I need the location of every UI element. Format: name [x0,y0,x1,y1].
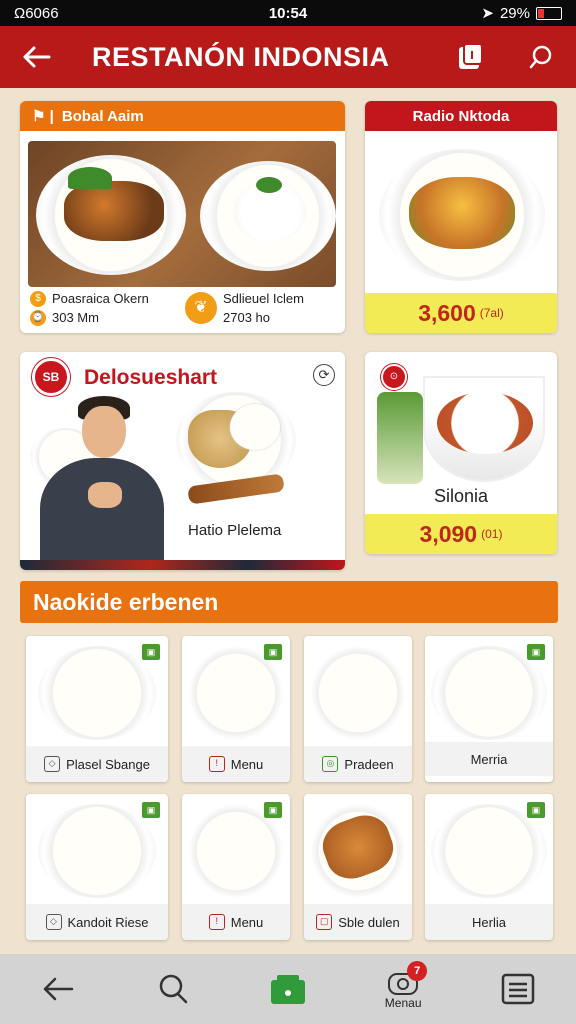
price-unit: (01) [481,527,503,541]
status-bar: Ω6066 10:54 ➤ 29% [0,0,576,26]
tile-label: Sble dulen [338,914,400,930]
decor-strip [20,560,345,570]
search-icon [529,45,552,69]
bottom-nav: Menau 7 [0,954,576,1024]
leaf-icon: ◇ [45,914,62,930]
section-title: Naokide erbenen [20,581,558,623]
promo-caption: Hatio Plelema [188,522,282,539]
dish-card-2[interactable]: ⊙ Silonia 3,090 (01) [365,352,557,554]
brand-logo: SB [32,358,70,396]
veg-badge-icon: ▣ [142,802,160,818]
price-band: 3,600 (7al) [365,293,557,333]
tile-label: Pradeen [344,756,394,772]
nav-back-button[interactable] [22,959,94,1019]
promo-card[interactable]: SB Delosueshart ⟳ Hatio Plelema [20,352,345,570]
dish-image [431,646,547,740]
menu-tile[interactable]: ▣ Herlia [425,794,553,940]
dish-food [409,177,515,249]
veg-badge-icon: ▣ [527,644,545,660]
menu-icon: ! [208,756,225,772]
menu-tile[interactable]: ◎ Pradeen [304,636,412,782]
dish-image [310,646,406,740]
dish-icon: ◎ [322,756,339,772]
leaf-icon: ◇ [44,756,61,772]
featured-food-photo [28,141,336,287]
featured-card-header: ⚑ | Bobal Aaim [20,101,345,131]
featured-label: Bobal Aaim [61,107,144,125]
nav-search-button[interactable] [137,959,209,1019]
tile-label: Kandoit Riese [67,914,149,930]
featured-info: $ ⌚ Poasraica Okern 303 Mm ❦ Sdlieuel Icl… [30,289,340,327]
promo-title: Delosueshart [84,366,218,389]
location-icon: ➤ [481,5,494,22]
wallet-icon [270,975,305,1004]
featured-card[interactable]: ⚑ | Bobal Aaim $ ⌚ Poasraica Okern 303 Mm… [20,101,345,333]
battery-percent: 29% [499,4,530,22]
dish-card-label: Radio Nktoda [412,107,510,125]
nav-cart-button[interactable]: Menau 7 [367,959,439,1019]
featured-info-item: $ ⌚ Poasraica Okern 303 Mm [30,289,185,327]
veg-badge-icon: ▣ [527,802,545,818]
back-button[interactable] [0,45,72,69]
share-button[interactable] [436,42,506,72]
veg-badge-icon: ▣ [264,644,282,660]
carrier-label: Ω6066 [14,4,59,22]
menu-tile[interactable]: ▣ ◇ Kandoit Riese [26,794,168,940]
veg-badge-icon: ▣ [142,644,160,660]
menu-tile[interactable]: ▣ Merria [425,636,553,782]
menu-tile[interactable]: ▣ ! Menu [182,794,290,940]
tile-label: Herlia [472,914,506,930]
price-unit: (7al) [479,306,504,320]
arrow-left-icon [43,977,73,1001]
price: 3,600 [418,299,476,326]
brand-dot-icon: ⊙ [381,364,407,390]
notification-badge: 7 [407,961,428,981]
vegetable-decor [377,392,423,484]
dish-image [188,646,284,740]
info-name: Poasraica Okern [52,291,149,306]
tile-label: Menu [230,756,264,772]
search-icon [159,974,188,1004]
dish-image [38,646,156,740]
dish-name: Silonia [433,486,489,506]
veg-badge-icon: ▣ [264,802,282,818]
nav-cart-label: Menau [384,996,422,1010]
info-detail: 303 Mm [52,310,99,325]
info-detail: 2703 ho [223,310,270,325]
tile-label: Merria [470,751,508,767]
price-band: 3,090 (01) [365,514,557,554]
app-header: RESTANÓN INDONSIA [0,26,576,88]
menu-tile[interactable]: ▣ ! Menu [182,636,290,782]
info-name: Sdlieuel Iclem [223,291,304,306]
refresh-icon[interactable]: ⟳ [313,364,335,386]
lock-icon: ▢ [316,914,333,930]
document-icon [459,43,483,69]
dish-card-1[interactable]: Radio Nktoda 3,600 (7al) [365,101,557,333]
page-title: RESTANÓN INDONSIA [92,41,390,72]
list-icon [502,973,535,1005]
arrow-left-icon [23,46,51,68]
battery-icon [536,6,562,20]
nav-menu-button[interactable] [482,959,554,1019]
tile-label: Menu [230,914,264,930]
flag-icon: ⚑ | [32,108,54,125]
dish-image [38,804,156,898]
dish-card-header: Radio Nktoda [365,101,557,131]
menu-icon: ! [208,914,225,930]
badge-icon: $ ⌚ [30,290,46,326]
nav-home-button[interactable] [252,959,324,1019]
search-button[interactable] [506,43,576,71]
tile-label: Plasel Sbange [66,756,150,772]
leaf-icon: ❦ [185,292,217,324]
dish-image [188,804,284,898]
menu-tile[interactable]: ▣ ◇ Plasel Sbange [26,636,168,782]
featured-info-item: ❦ Sdlieuel Iclem 2703 ho [185,289,340,327]
person-illustration [30,396,170,570]
menu-tile[interactable]: ▢ Sble dulen [304,794,412,940]
dish-image [431,804,547,898]
price: 3,090 [419,520,478,547]
